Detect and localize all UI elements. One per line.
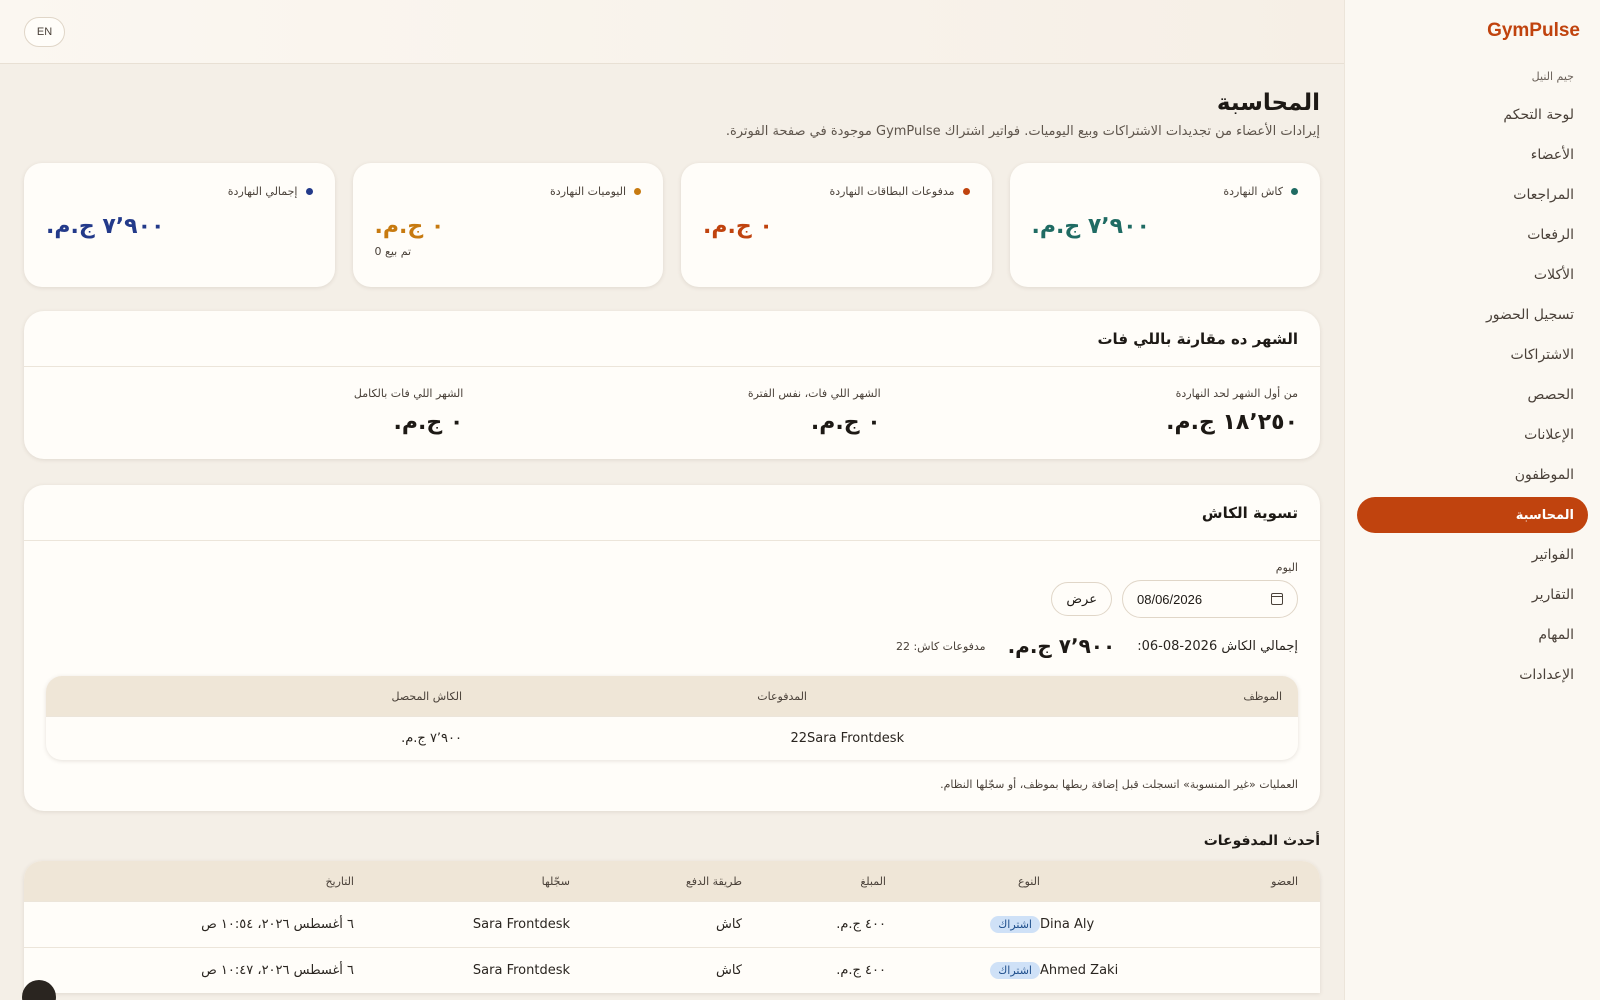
month-compare-title: الشهر ده مقارنة باللي فات bbox=[1097, 329, 1298, 348]
sidebar-nav: لوحة التحكم الأعضاء المراجعات الرفعات ال… bbox=[1357, 97, 1588, 693]
sidebar-item-reviews[interactable]: المراجعات bbox=[1357, 177, 1588, 213]
reconciliation-table: الموظف المدفوعات الكاش المحصل Sara Front… bbox=[46, 676, 1298, 760]
kpi-card-cards-today: مدفوعات البطاقات النهاردة ٠ ج.م. bbox=[681, 163, 992, 287]
kpi-card-total-today: إجمالي النهاردة ٧٬٩٠٠ ج.م. bbox=[24, 163, 335, 287]
language-toggle-button[interactable]: EN bbox=[24, 17, 65, 47]
kpi-label: مدفوعات البطاقات النهاردة bbox=[703, 185, 970, 198]
sidebar-item-attendance[interactable]: تسجيل الحضور bbox=[1357, 297, 1588, 333]
sidebar-item-members[interactable]: الأعضاء bbox=[1357, 137, 1588, 173]
sidebar-item-reports[interactable]: التقارير bbox=[1357, 577, 1588, 613]
sidebar-item-meals[interactable]: الأكلات bbox=[1357, 257, 1588, 293]
reconciliation-note: العمليات «غير المنسوبة» اتسجلت قبل إضافة… bbox=[940, 778, 1298, 791]
gym-name: جيم النيل bbox=[1531, 70, 1574, 83]
month-compare-values: من أول الشهر لحد النهاردة ١٨٬٢٥٠ ج.م. ال… bbox=[24, 367, 1320, 459]
date-input[interactable]: 08/06/2026 bbox=[1122, 580, 1298, 618]
sidebar-item-accounting[interactable]: المحاسبة bbox=[1357, 497, 1588, 533]
compare-last-month-same-period: الشهر اللي فات، نفس الفترة ٠ ج.م. bbox=[747, 387, 881, 435]
compare-last-month-full: الشهر اللي فات بالكامل ٠ ج.م. bbox=[353, 387, 464, 435]
sidebar-item-announcements[interactable]: الإعلانات bbox=[1357, 417, 1588, 453]
sidebar-item-classes[interactable]: الحصص bbox=[1357, 377, 1588, 413]
kpi-note: تم بيع 0 bbox=[374, 245, 412, 258]
compare-mtd: من أول الشهر لحد النهاردة ١٨٬٢٥٠ ج.م. bbox=[1166, 387, 1298, 435]
dot-icon bbox=[305, 188, 313, 195]
cash-reconciliation-card: تسوية الكاش اليوم 08/06/2026 عرض إجمالي … bbox=[24, 485, 1320, 811]
kpi-card-daypasses-today: اليوميات النهاردة ٠ ج.م. تم بيع 0 bbox=[352, 163, 663, 287]
day-label: اليوم bbox=[1275, 561, 1298, 574]
page-subtitle: إيرادات الأعضاء من تجديدات الاشتراكات وب… bbox=[725, 124, 1320, 139]
type-badge: اشتراك bbox=[990, 916, 1040, 933]
cash-reconciliation-title: تسوية الكاش bbox=[1201, 503, 1298, 522]
kpi-value: ٠ ج.م. bbox=[374, 214, 445, 239]
month-compare-card: الشهر ده مقارنة باللي فات من أول الشهر ل… bbox=[24, 311, 1320, 459]
page-title: المحاسبة bbox=[1216, 90, 1320, 116]
table-row[interactable]: Dina Aly اشتراك ٤٠٠ ج.م. كاش Sara Frontd… bbox=[24, 901, 1320, 947]
sidebar-item-subscriptions[interactable]: الاشتراكات bbox=[1357, 337, 1588, 373]
sidebar-item-dashboard[interactable]: لوحة التحكم bbox=[1357, 97, 1588, 133]
topbar: EN bbox=[0, 0, 1344, 64]
cash-total-label: إجمالي الكاش 2026-08-06: bbox=[1137, 638, 1298, 654]
show-button[interactable]: عرض bbox=[1051, 582, 1112, 616]
brand-logo[interactable]: GymPulse bbox=[1357, 20, 1588, 42]
table-row[interactable]: Ahmed Zaki اشتراك ٤٠٠ ج.م. كاش Sara Fron… bbox=[24, 947, 1320, 993]
kpi-label: كاش النهاردة bbox=[1032, 185, 1298, 198]
table-row: Sara Frontdesk 22 ٧٬٩٠٠ ج.م. bbox=[46, 716, 1298, 760]
recent-payments-title: أحدث المدفوعات bbox=[1203, 833, 1320, 849]
sidebar-item-lifts[interactable]: الرفعات bbox=[1357, 217, 1588, 253]
sidebar-item-invoices[interactable]: الفواتير bbox=[1357, 537, 1588, 573]
cash-total-row: إجمالي الكاش 2026-08-06: ٧٬٩٠٠ ج.م. مدفو… bbox=[46, 634, 1298, 658]
sidebar: GymPulse جيم النيل لوحة التحكم الأعضاء ا… bbox=[1344, 0, 1600, 1000]
cash-total-value: ٧٬٩٠٠ ج.م. bbox=[1007, 634, 1116, 658]
kpi-label: إجمالي النهاردة bbox=[46, 185, 313, 198]
cash-payments-count: مدفوعات كاش: 22 bbox=[895, 639, 986, 653]
table-header: العضو النوع المبلغ طريقة الدفع سجّلها ال… bbox=[24, 861, 1320, 901]
kpi-value: ٧٬٩٠٠ ج.م. bbox=[1031, 214, 1150, 239]
sidebar-item-settings[interactable]: الإعدادات bbox=[1357, 657, 1588, 693]
page-body: المحاسبة إيرادات الأعضاء من تجديدات الاش… bbox=[0, 64, 1344, 993]
kpi-value: ٧٬٩٠٠ ج.م. bbox=[46, 214, 165, 239]
sidebar-item-tasks[interactable]: المهام bbox=[1357, 617, 1588, 653]
dot-icon bbox=[634, 188, 641, 195]
sidebar-item-staff[interactable]: الموظفون bbox=[1357, 457, 1588, 493]
kpi-label: اليوميات النهاردة bbox=[375, 185, 641, 198]
dot-icon bbox=[962, 188, 970, 195]
dot-icon bbox=[1291, 188, 1298, 195]
kpi-card-cash-today: كاش النهاردة ٧٬٩٠٠ ج.م. bbox=[1009, 163, 1320, 287]
calendar-icon[interactable] bbox=[1271, 593, 1283, 605]
table-header: الموظف المدفوعات الكاش المحصل bbox=[46, 676, 1298, 716]
kpi-value: ٠ ج.م. bbox=[703, 214, 773, 239]
main-content: EN المحاسبة إيرادات الأعضاء من تجديدات ا… bbox=[0, 0, 1344, 1000]
type-badge: اشتراك bbox=[990, 962, 1040, 979]
recent-payments-table: العضو النوع المبلغ طريقة الدفع سجّلها ال… bbox=[24, 861, 1320, 993]
kpi-cards: كاش النهاردة ٧٬٩٠٠ ج.م. مدفوعات البطاقات… bbox=[24, 163, 1320, 287]
